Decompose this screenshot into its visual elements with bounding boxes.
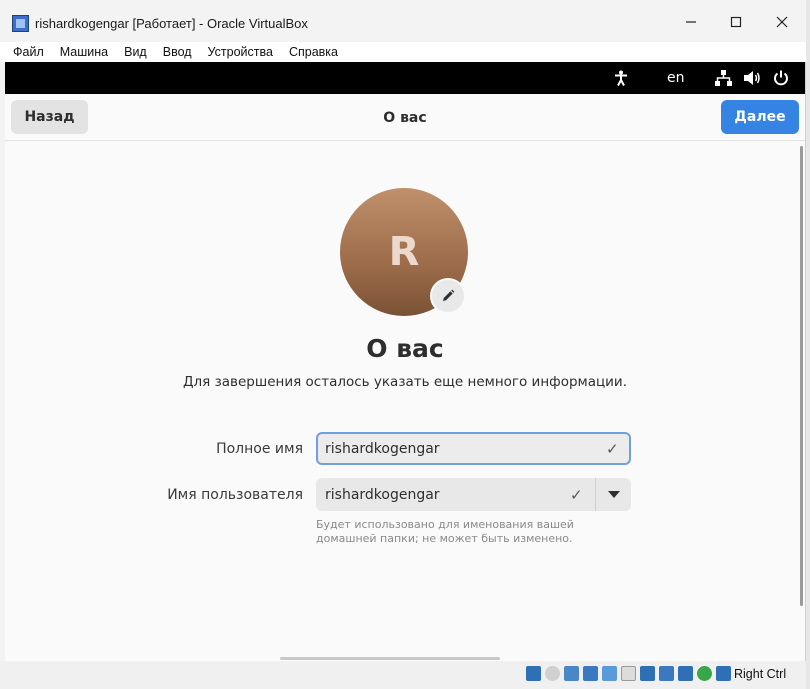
keyboard-capture-icon[interactable]	[716, 666, 731, 681]
recording-icon[interactable]	[659, 666, 674, 681]
power-button[interactable]	[773, 62, 789, 94]
virtualization-icon[interactable]	[678, 666, 693, 681]
menu-help[interactable]: Справка	[289, 45, 338, 59]
accessibility-button[interactable]	[614, 62, 628, 94]
virtualbox-app-icon	[12, 15, 29, 32]
network-button[interactable]	[715, 62, 732, 94]
username-valid-check-icon: ✓	[570, 485, 583, 504]
full-name-value: rishardkogengar	[325, 440, 440, 457]
page-subtitle: Для завершения осталось указать еще немн…	[182, 374, 628, 390]
horizontal-scrollbar[interactable]	[280, 657, 500, 660]
shared-folders-icon[interactable]	[621, 666, 636, 681]
page-title: О вас	[366, 334, 444, 363]
audio-icon[interactable]	[564, 666, 579, 681]
title-bar[interactable]: rishardkogengar [Работает] - Oracle Virt…	[0, 0, 806, 42]
menu-input[interactable]: Ввод	[163, 45, 192, 59]
desktop-background-right	[806, 0, 810, 689]
username-dropdown-button[interactable]	[595, 478, 631, 511]
avatar-initial: R	[388, 229, 420, 275]
network-icon	[715, 70, 732, 86]
minimize-icon	[686, 21, 696, 23]
close-button[interactable]	[767, 10, 797, 34]
back-button[interactable]: Назад	[11, 100, 88, 134]
window-title: rishardkogengar [Работает] - Oracle Virt…	[35, 16, 308, 31]
pencil-icon	[443, 289, 455, 301]
vm-status-bar: Right Ctrl	[0, 661, 806, 689]
minimize-button[interactable]	[676, 10, 706, 34]
edit-avatar-button[interactable]	[430, 278, 466, 314]
maximize-button[interactable]	[721, 10, 751, 34]
virtualbox-window: rishardkogengar [Работает] - Oracle Virt…	[0, 0, 806, 689]
guest-top-panel: en	[5, 62, 805, 94]
guest-additions-icon[interactable]	[697, 666, 712, 681]
full-name-valid-check-icon: ✓	[606, 439, 619, 458]
accessibility-icon	[615, 70, 627, 86]
next-button[interactable]: Далее	[721, 100, 799, 134]
menu-file[interactable]: Файл	[13, 45, 44, 59]
hard-disk-icon[interactable]	[526, 666, 541, 681]
username-hint: Будет использовано для именования вашей …	[316, 518, 574, 545]
volume-button[interactable]	[743, 62, 761, 94]
display-icon[interactable]	[640, 666, 655, 681]
optical-drive-icon[interactable]	[545, 666, 560, 681]
usb-icon[interactable]	[602, 666, 617, 681]
language-indicator[interactable]: en	[667, 62, 685, 94]
header-title: О вас	[383, 109, 427, 126]
volume-icon	[744, 71, 760, 85]
full-name-field[interactable]: rishardkogengar ✓	[316, 432, 631, 465]
vertical-scrollbar[interactable]	[800, 146, 803, 606]
network-adapter-icon[interactable]	[583, 666, 598, 681]
power-icon	[774, 70, 788, 86]
chevron-down-icon	[607, 490, 620, 498]
setup-header: Назад О вас Далее	[5, 94, 805, 141]
maximize-icon	[730, 16, 742, 28]
username-label: Имя пользователя	[167, 487, 303, 503]
menu-bar: Файл Машина Вид Ввод Устройства Справка	[0, 42, 806, 62]
guest-screen: Назад О вас Далее R О вас Для завершения…	[5, 94, 805, 689]
username-value: rishardkogengar	[325, 486, 440, 503]
host-key-label: Right Ctrl	[734, 667, 787, 681]
username-field[interactable]: rishardkogengar ✓	[316, 478, 596, 511]
menu-view[interactable]: Вид	[124, 45, 147, 59]
close-icon	[776, 16, 788, 28]
menu-machine[interactable]: Машина	[60, 45, 108, 59]
full-name-label: Полное имя	[216, 441, 303, 457]
menu-devices[interactable]: Устройства	[208, 45, 273, 59]
